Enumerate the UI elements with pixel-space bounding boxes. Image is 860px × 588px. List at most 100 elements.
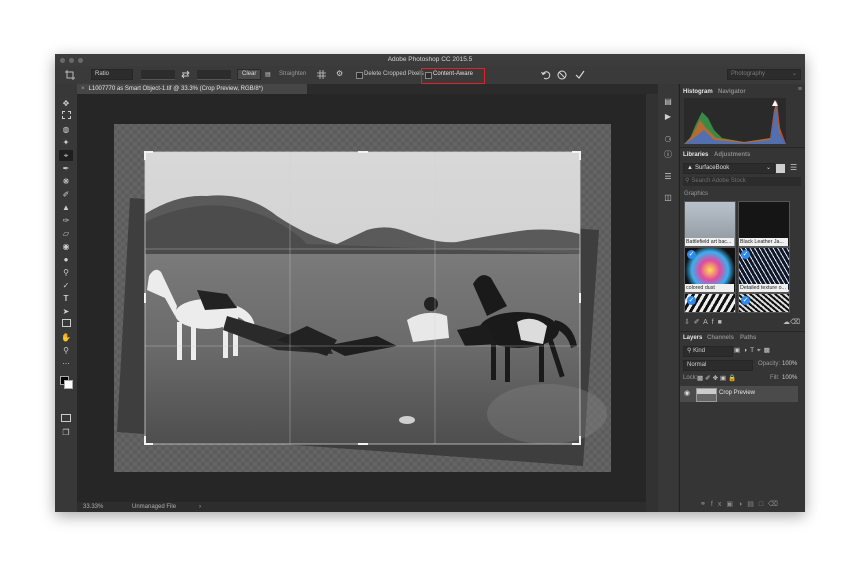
- crop-tool-icon[interactable]: ⌖: [59, 150, 73, 161]
- clone-stamp-tool-icon[interactable]: ▲: [59, 202, 73, 213]
- history-panel-icon[interactable]: ▤: [662, 96, 674, 108]
- library-item-colored-dust[interactable]: ✓ colored dust: [684, 247, 736, 293]
- layer-comps-panel-icon[interactable]: ◫: [662, 192, 674, 204]
- ratio-height-input[interactable]: [197, 70, 231, 80]
- screen-mode-icon[interactable]: ❐: [59, 427, 73, 438]
- status-bar: 33.33% Unmanaged File ›: [77, 502, 646, 512]
- actions-play-icon[interactable]: ▶: [662, 111, 674, 123]
- library-item-detailed-texture[interactable]: ✓ Detailed texture o...: [738, 247, 790, 293]
- new-group-icon[interactable]: ▤: [747, 501, 759, 508]
- grid-overlay-icon[interactable]: [317, 70, 326, 79]
- tab-layers[interactable]: Layers: [683, 333, 702, 343]
- status-menu-arrow[interactable]: ›: [199, 502, 201, 512]
- brush-tool-icon[interactable]: ✐: [59, 189, 73, 200]
- checkmark-icon[interactable]: [575, 70, 585, 80]
- properties-panel-icon[interactable]: ☰: [662, 171, 674, 183]
- tab-channels[interactable]: Channels: [707, 333, 734, 343]
- crop-preview-artwork[interactable]: [77, 94, 646, 502]
- add-to-library-icon[interactable]: ⇩: [684, 319, 690, 326]
- info-panel-icon[interactable]: ⓘ: [662, 149, 674, 161]
- dodge-tool-icon[interactable]: ⚲: [59, 267, 73, 278]
- quick-selection-tool-icon[interactable]: ✦: [59, 137, 73, 148]
- trash-icon[interactable]: ⌫: [768, 501, 783, 508]
- move-tool-icon[interactable]: ✥: [59, 98, 73, 109]
- document-canvas[interactable]: [77, 94, 646, 502]
- delete-cropped-pixels-checkbox[interactable]: [356, 72, 363, 79]
- path-selection-tool-icon[interactable]: ➤: [59, 306, 73, 317]
- pen-tool-icon[interactable]: ✓: [59, 280, 73, 291]
- gear-icon[interactable]: ⚙: [336, 69, 343, 79]
- workspace-select-label: Photography: [731, 71, 766, 77]
- hand-tool-icon[interactable]: ✋: [59, 332, 73, 343]
- lock-icons[interactable]: ▩✐✥▣🔒: [697, 374, 738, 382]
- eyedropper-tool-icon[interactable]: ✒: [59, 163, 73, 174]
- color-panel-icon[interactable]: ⚆: [662, 134, 674, 146]
- quick-mask-icon[interactable]: [59, 414, 73, 425]
- eraser-tool-icon[interactable]: ▱: [59, 228, 73, 239]
- graphics-heading: Graphics: [684, 191, 709, 197]
- type-tool-icon[interactable]: T: [59, 293, 73, 304]
- marquee-tool-icon[interactable]: [59, 111, 73, 122]
- level-icon[interactable]: ▤: [265, 71, 271, 78]
- blend-mode-label: Normal: [687, 362, 707, 368]
- ratio-select[interactable]: Ratio: [91, 69, 133, 80]
- library-select[interactable]: ▲ SurfaceBook ⌄: [683, 163, 775, 174]
- link-layers-icon[interactable]: ⚭: [700, 501, 711, 508]
- background-color-swatch[interactable]: [64, 380, 73, 389]
- layer-filter-icons[interactable]: ▣◑T⌖▩: [734, 346, 773, 355]
- undo-icon[interactable]: [541, 70, 551, 80]
- fx-icon[interactable]: fx: [711, 501, 726, 508]
- more-tools-icon[interactable]: ⋯: [59, 359, 73, 370]
- lasso-tool-icon[interactable]: ◍: [59, 124, 73, 135]
- color-library-icon[interactable]: ■: [718, 319, 722, 326]
- layer-mask-icon[interactable]: ▣: [726, 501, 738, 508]
- rectangle-tool-icon[interactable]: [59, 319, 73, 330]
- fill-value[interactable]: 100%: [782, 375, 797, 381]
- delete-cropped-pixels-label: Delete Cropped Pixels: [364, 71, 424, 77]
- trash-icon[interactable]: ⌫: [790, 318, 800, 328]
- layer-name: Crop Preview: [719, 390, 756, 396]
- fx-library-icon[interactable]: f: [712, 319, 714, 326]
- zoom-level[interactable]: 33.33%: [83, 502, 103, 512]
- panel-menu-icon[interactable]: ≡: [798, 86, 802, 93]
- new-layer-icon[interactable]: □: [759, 501, 768, 508]
- clear-button[interactable]: Clear: [237, 69, 262, 80]
- ratio-width-input[interactable]: [141, 70, 175, 80]
- text-library-icon[interactable]: A: [703, 319, 708, 326]
- paint-bucket-tool-icon[interactable]: ◉: [59, 241, 73, 252]
- layers-footer: ⚭fx▣◑▤□⌫: [700, 500, 804, 508]
- list-view-icon[interactable]: ☰: [790, 163, 797, 172]
- document-tab[interactable]: × L1007770 as Smart Object-1.tif @ 33.3% …: [77, 84, 307, 94]
- crop-tool-preset-icon[interactable]: [64, 69, 76, 81]
- library-item-zebra[interactable]: ✓: [684, 293, 736, 313]
- healing-brush-tool-icon[interactable]: ❋: [59, 176, 73, 187]
- library-item-leather[interactable]: Black Leather Ja...: [738, 201, 790, 247]
- layer-kind-filter[interactable]: ⚲ Kind: [683, 346, 733, 357]
- grid-view-icon[interactable]: [776, 164, 785, 173]
- content-aware-checkbox[interactable]: [425, 72, 432, 79]
- stock-search-input[interactable]: ⚲ Search Adobe Stock: [683, 177, 801, 186]
- layer-row[interactable]: ◉ Crop Preview: [680, 386, 798, 402]
- tab-histogram[interactable]: Histogram: [683, 87, 713, 97]
- opacity-value[interactable]: 100%: [782, 361, 797, 367]
- library-item-lines[interactable]: ✓: [738, 293, 790, 313]
- brush-library-icon[interactable]: ✐: [694, 319, 700, 326]
- tab-adjustments[interactable]: Adjustments: [714, 150, 750, 160]
- blend-mode-select[interactable]: Normal: [683, 360, 753, 371]
- eye-icon[interactable]: ◉: [684, 389, 690, 397]
- cloud-sync-icon[interactable]: ☁: [783, 318, 790, 328]
- straighten-button[interactable]: Straighten: [279, 70, 306, 79]
- cancel-icon[interactable]: [557, 70, 567, 80]
- close-tab-icon[interactable]: ×: [77, 86, 89, 92]
- swap-arrows-icon[interactable]: [181, 70, 190, 79]
- history-brush-tool-icon[interactable]: ✑: [59, 215, 73, 226]
- tab-navigator[interactable]: Navigator: [718, 87, 746, 97]
- content-aware-label: Content-Aware: [433, 71, 473, 77]
- zoom-tool-icon[interactable]: ⚲: [59, 345, 73, 356]
- library-item-battlefield[interactable]: Battlefield art bac...: [684, 201, 736, 247]
- tab-paths[interactable]: Paths: [740, 333, 756, 343]
- workspace-select[interactable]: Photography ⌄: [727, 69, 801, 80]
- tab-libraries[interactable]: Libraries: [683, 150, 708, 160]
- adjustment-layer-icon[interactable]: ◑: [738, 501, 747, 508]
- blur-tool-icon[interactable]: ●: [59, 254, 73, 265]
